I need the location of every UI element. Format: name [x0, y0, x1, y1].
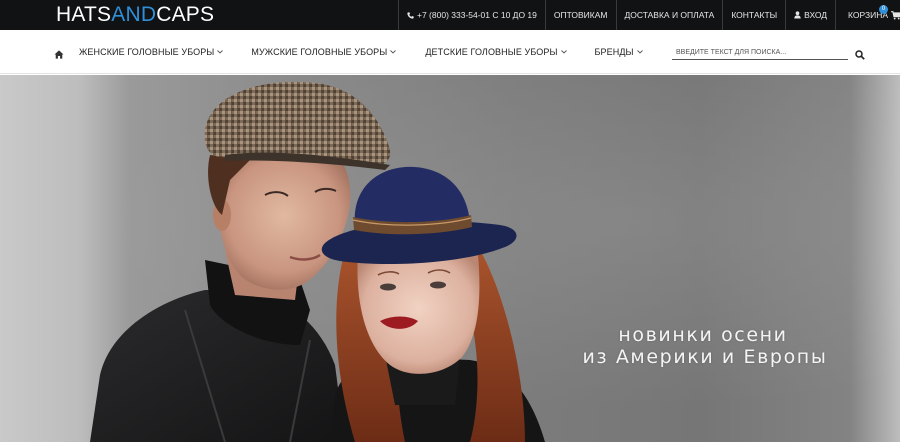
chevron-down-icon — [636, 50, 643, 54]
nav-item-label: МУЖСКИЕ ГОЛОВНЫЕ УБОРЫ — [251, 47, 388, 57]
delivery-link[interactable]: ДОСТАВКА И ОПЛАТА — [615, 0, 723, 30]
search-icon[interactable] — [855, 47, 865, 65]
phone-text: +7 (800) 333-54-01 С 10 ДО 19 — [417, 10, 537, 20]
cart-icon — [891, 10, 900, 20]
hero-photo — [90, 81, 545, 442]
nav-item-men[interactable]: МУЖСКИЕ ГОЛОВНЫЕ УБОРЫ — [251, 47, 397, 57]
cart-link[interactable]: КОРЗИНА 0 — [835, 0, 900, 30]
delivery-label: ДОСТАВКА И ОПЛАТА — [624, 10, 715, 20]
nav-item-kids[interactable]: ДЕТСКИЕ ГОЛОВНЫЕ УБОРЫ — [425, 47, 567, 57]
hero-tagline-line1: новинки осени — [618, 324, 788, 346]
login-link[interactable]: ВХОД — [785, 0, 835, 30]
home-icon[interactable] — [54, 46, 64, 64]
cart-count-badge: 0 — [879, 5, 889, 14]
nav-item-women[interactable]: ЖЕНСКИЕ ГОЛОВНЫЕ УБОРЫ — [79, 47, 224, 57]
phone-link[interactable]: +7 (800) 333-54-01 С 10 ДО 19 — [398, 0, 545, 30]
wholesale-label: ОПТОВИКАМ — [553, 10, 608, 20]
search-input[interactable] — [672, 45, 848, 60]
site-logo[interactable]: HATSANDCAPS — [56, 3, 214, 27]
chevron-down-icon — [390, 50, 397, 54]
chevron-down-icon — [560, 50, 567, 54]
nav-item-brands[interactable]: БРЕНДЫ — [595, 47, 643, 57]
user-icon — [794, 11, 801, 19]
logo-part-hats: HATS — [56, 3, 112, 26]
hero-banner[interactable]: новинки осени из Америки и Европы — [0, 75, 900, 442]
main-nav: ЖЕНСКИЕ ГОЛОВНЫЕ УБОРЫ МУЖСКИЕ ГОЛОВНЫЕ … — [0, 30, 900, 74]
nav-item-label: ЖЕНСКИЕ ГОЛОВНЫЕ УБОРЫ — [79, 47, 215, 57]
wholesale-link[interactable]: ОПТОВИКАМ — [544, 0, 616, 30]
top-bar: HATSANDCAPS +7 (800) 333-54-01 С 10 ДО 1… — [0, 0, 900, 30]
nav-item-label: БРЕНДЫ — [594, 47, 634, 57]
logo-part-and: AND — [111, 3, 157, 26]
nav-item-label: ДЕТСКИЕ ГОЛОВНЫЕ УБОРЫ — [425, 47, 558, 57]
phone-icon — [407, 11, 414, 19]
hero-tagline-line2: из Америки и Европы — [582, 346, 828, 368]
contacts-label: КОНТАКТЫ — [731, 10, 778, 20]
category-menu: ЖЕНСКИЕ ГОЛОВНЫЕ УБОРЫ МУЖСКИЕ ГОЛОВНЫЕ … — [79, 30, 671, 74]
hero-tagline: новинки осени из Америки и Европы — [540, 324, 870, 368]
logo-part-caps: CAPS — [156, 3, 215, 26]
contacts-link[interactable]: КОНТАКТЫ — [722, 0, 785, 30]
chevron-down-icon — [217, 50, 224, 54]
login-label: ВХОД — [804, 10, 828, 20]
top-nav: +7 (800) 333-54-01 С 10 ДО 19 ОПТОВИКАМ … — [398, 0, 900, 30]
